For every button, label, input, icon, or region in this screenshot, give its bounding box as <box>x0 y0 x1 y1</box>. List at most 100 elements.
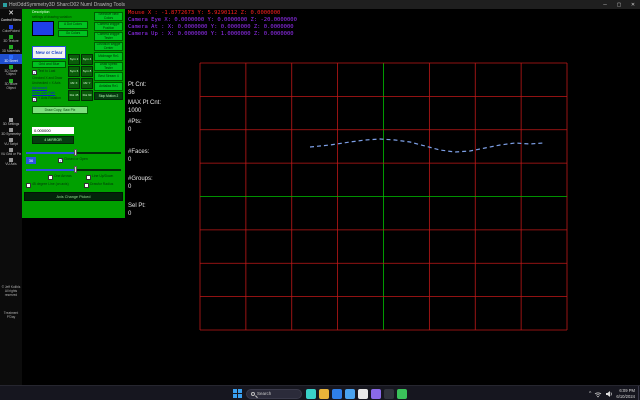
slider-handle[interactable] <box>74 149 78 156</box>
sidebar-item-3d-settings[interactable]: 3D Settings <box>0 117 22 127</box>
search-label: Search <box>257 391 271 396</box>
app-icon <box>3 3 7 7</box>
symmetry-slider[interactable] <box>26 149 121 156</box>
new-or-clear-button[interactable]: New or Clear <box>32 46 66 59</box>
slider-handle[interactable] <box>74 166 78 173</box>
control-panel: Description settings of drawing variatio… <box>22 9 125 218</box>
camera-wiggle-position-button[interactable]: Camera Wiggle Position <box>94 22 123 31</box>
sel-pt-value: 0 <box>128 211 131 217</box>
a-dot-colors-button[interactable]: A Dot Colors <box>58 21 88 29</box>
checkbox-box <box>26 183 31 188</box>
checked-note-line1: Checked X and Draw <box>32 77 62 81</box>
midimage-re1-button[interactable]: Midimage Re1 <box>94 52 123 61</box>
best-stream-4-button[interactable]: Best Stream 4 <box>94 72 123 81</box>
sidebar-item-vu-grid-or-pix[interactable]: VU Grid or Pix <box>0 147 22 157</box>
lomotion-wiggle-center-button[interactable]: LoMotion Wiggle Center <box>94 42 123 51</box>
wifi-icon[interactable] <box>594 390 602 398</box>
clock[interactable]: 6:09 PM 6/10/2024 <box>616 388 635 399</box>
app-logo-icon: ✕ <box>0 9 22 18</box>
sidebar-group-top: ColorPicked 3D Texture 3D Materials 3D S… <box>0 24 22 91</box>
start-button[interactable] <box>233 389 242 398</box>
minimize-button[interactable]: ─ <box>598 0 612 9</box>
mir-y-button[interactable]: Mir Y <box>81 78 93 89</box>
titlebar: HotOddSymmetry3D SharcO02 NumI Drawing T… <box>0 0 640 9</box>
sym-8-button[interactable]: Sym 8 <box>81 66 93 77</box>
sidebar-item-vu-script[interactable]: VU Script <box>0 137 22 147</box>
draw-line-path-link[interactable]: Draw Line Path <box>32 91 55 95</box>
rot-45-button[interactable]: Rot 45 <box>68 90 80 101</box>
selective-new-colors-button[interactable]: Selective New Colors <box>94 12 123 21</box>
taskbar-terminal-icon[interactable] <box>384 389 394 399</box>
checkbox-box <box>86 175 91 180</box>
sidebar-item-3d-texture[interactable]: 3D Texture <box>0 34 22 44</box>
sym-6-button[interactable]: Sym 6 <box>68 66 80 77</box>
go-colors-button[interactable]: Go Colors <box>58 30 88 38</box>
search-icon <box>251 392 255 396</box>
taskbar-center: Search <box>233 386 407 400</box>
sel-pt-label: Sel Pt: <box>128 203 146 209</box>
rot-90-button[interactable]: Rot 90 <box>81 90 93 101</box>
sidebar-item-3d-symmetry[interactable]: 3D Symmetry <box>0 127 22 137</box>
sidebar-item-3d-materials[interactable]: 3D Materials <box>0 44 22 54</box>
groups-value: 0 <box>128 184 131 190</box>
sidebar-item-3d-sheet[interactable]: 3D Sheet <box>0 54 22 64</box>
taskbar-app-green-icon[interactable] <box>397 389 407 399</box>
taskbar-app-purple-icon[interactable] <box>371 389 381 399</box>
sidebar-item-3d-scale-object[interactable]: 3D Scale Object <box>0 64 22 78</box>
tray-chevron-icon[interactable]: ^ <box>589 391 591 397</box>
draw-copy-button[interactable]: Draw Copy, Saw Pix <box>32 106 88 114</box>
taskbar-notepad-icon[interactable] <box>358 389 368 399</box>
checkbox-box <box>32 70 37 75</box>
axis-change-picked-button[interactable]: Axis Change Picked <box>24 192 123 201</box>
sidebar-item-vu-axis[interactable]: VU Axis <box>0 157 22 167</box>
camera-at-readout: Camera At : X: 0.0000000 Y: 0.0000000 Z:… <box>128 24 294 30</box>
checkbox-box <box>58 158 63 163</box>
stop-motion-button[interactable]: Stop Motion 2 <box>94 92 123 100</box>
sidebar-group-bottom: 3D Settings 3D Symmetry VU Script VU Gri… <box>0 117 22 167</box>
viewport-canvas[interactable]: Mouse X : -1.8772673 Y: 5.9290112 Z: 0.0… <box>125 9 640 385</box>
sidebar-item-colorpicked[interactable]: ColorPicked <box>0 24 22 34</box>
taskbar: Search ^ 6:09 PM 6/10/2024 <box>0 385 640 400</box>
sym-2-button[interactable]: Sym 2 <box>68 54 80 65</box>
clock-time: 6:09 PM <box>616 388 635 393</box>
closed-or-open-checkbox[interactable]: Closed or Open <box>58 158 88 163</box>
taskbar-store-icon[interactable] <box>345 389 355 399</box>
camera-wiggle-tester-button[interactable]: Camera Wiggle Tester <box>94 32 123 41</box>
checkbox-box <box>48 175 53 180</box>
point-count-box[interactable]: 36 <box>26 157 36 164</box>
volume-icon[interactable] <box>605 390 613 398</box>
line-up-down-checkbox[interactable]: Line Up/Down <box>86 175 113 180</box>
search-box[interactable]: Search <box>246 389 302 399</box>
taskbar-edge-icon[interactable] <box>332 389 342 399</box>
pt-cnt-value: 36 <box>128 90 135 96</box>
checkbox-box <box>84 183 89 188</box>
mirror-button[interactable]: 4 MIRROR <box>32 136 74 144</box>
maximize-button[interactable]: ▢ <box>612 0 626 9</box>
taskbar-copilot-icon[interactable] <box>306 389 316 399</box>
draw-radius-checkbox[interactable]: Drawfor Radius <box>84 183 113 188</box>
camera-up-readout: Camera Up : X: 0.0000000 Y: 1.0000000 Z:… <box>128 31 294 37</box>
antialias-re1-button[interactable]: Antialias Re1 <box>94 82 123 91</box>
sidebar-item-3d-move-object[interactable]: 3D Move Object <box>0 78 22 92</box>
grid-and-blue-button[interactable]: Grid and Blue <box>32 61 66 68</box>
draw-speed-tester-button[interactable]: Draw Speed Tester <box>94 62 123 71</box>
radius-slider[interactable] <box>26 166 121 173</box>
sym-4-button[interactable]: Sym 4 <box>81 54 93 65</box>
deg45-line-checkbox[interactable]: 45 degree Line (on axis) <box>26 183 80 188</box>
advanced-link[interactable]: Advanced <box>32 86 47 90</box>
slider-fill <box>26 152 75 155</box>
max-pt-value: 1000 <box>128 108 141 114</box>
slider-fill <box>26 169 75 172</box>
one-arrows-checkbox[interactable]: One Arrows <box>48 175 72 180</box>
left-toolbar: ✕ Control Menu ColorPicked 3D Texture 3D… <box>0 9 22 385</box>
taskbar-file-explorer-icon[interactable] <box>319 389 329 399</box>
description-text: settings of drawing variation <box>32 15 72 19</box>
dot-color-buttons: A Dot ColorsGo Colors <box>58 21 88 37</box>
description-title: Description <box>32 10 50 14</box>
color-swatch[interactable] <box>32 21 54 36</box>
y-axis-rotation-checkbox[interactable]: Y Axis Rotation <box>32 97 61 102</box>
value-field[interactable]: 0.000000 <box>32 127 74 134</box>
text-to-last-checkbox[interactable]: Text to Last <box>32 70 55 75</box>
close-button[interactable]: ✕ <box>626 0 640 9</box>
mir-x-button[interactable]: Mir X <box>68 78 80 89</box>
